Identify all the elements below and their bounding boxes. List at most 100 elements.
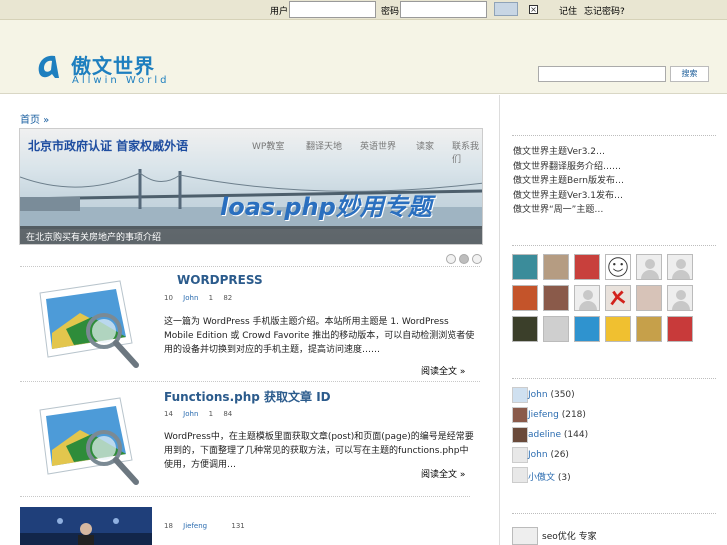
logo-mark-icon: [38, 55, 59, 78]
divider: [512, 245, 716, 246]
avatar[interactable]: [574, 316, 600, 342]
slider-caption[interactable]: 在北京购买有关房地产的事项介绍: [20, 226, 482, 244]
divider: [20, 266, 480, 267]
slider-nav-item[interactable]: WP教室: [252, 139, 284, 152]
avatar[interactable]: [543, 285, 569, 311]
post-comments[interactable]: 1: [209, 294, 213, 302]
avatar[interactable]: [574, 285, 600, 311]
post-meta: 18 Jiefeng 131: [164, 522, 253, 530]
author-avatar: [512, 387, 528, 403]
slider-dot[interactable]: [446, 254, 456, 264]
recent-post-link[interactable]: 傲文世界翻译服务介绍……: [513, 160, 624, 175]
author-count: (3): [557, 473, 571, 483]
post-meta: 10 John 1 82: [164, 294, 240, 302]
post-excerpt: 这一篇为 WordPress 手机版主题介绍。本站所用主题是 1. WordPr…: [164, 317, 475, 355]
recent-post-link[interactable]: 傲文世界“周一”主题…: [513, 203, 624, 218]
recent-post-link[interactable]: 傲文世界主题Ver3.1发布…: [513, 189, 624, 204]
left-column: 首页 » WP教室 翻译天地 英语世界 读家 联系我们 北京市政府认证 首家权威…: [0, 95, 500, 545]
slider-nav-item[interactable]: 翻译天地: [306, 139, 342, 152]
divider: [512, 135, 716, 136]
sidebar: 傲文世界主题Ver3.2… 傲文世界翻译服务介绍…… 傲文世界主题Bern版发布…: [501, 95, 727, 545]
avatar[interactable]: [543, 316, 569, 342]
site-search-button[interactable]: 搜索: [670, 66, 709, 82]
post-author[interactable]: John: [183, 410, 198, 418]
divider: [20, 381, 480, 382]
recent-posts-list: 傲文世界主题Ver3.2… 傲文世界翻译服务介绍…… 傲文世界主题Bern版发布…: [513, 145, 624, 218]
avatar[interactable]: [512, 285, 538, 311]
avatar[interactable]: [574, 254, 600, 280]
avatar[interactable]: [543, 254, 569, 280]
remember-label: 记住: [559, 7, 578, 17]
divider: [20, 496, 470, 497]
avatar[interactable]: [636, 285, 662, 311]
slider-nav-item[interactable]: 联系我们: [452, 139, 482, 165]
author-avatar: [512, 447, 528, 463]
figure-icon: [610, 290, 626, 306]
avatar[interactable]: [512, 316, 538, 342]
author-avatar: [512, 467, 528, 483]
avatar[interactable]: [605, 285, 631, 311]
avatar[interactable]: [667, 285, 693, 311]
post-thumbnail-image[interactable]: [20, 273, 152, 373]
slider-overlay-title: loas.php妙用专题: [220, 193, 432, 221]
post-views: 131: [231, 522, 245, 530]
author-count: (218): [561, 410, 586, 420]
seo-label[interactable]: seo优化 专家: [542, 529, 597, 542]
seo-avatar: [512, 527, 538, 545]
post-comments[interactable]: 1: [209, 410, 213, 418]
read-more-link[interactable]: 阅读全文 »: [421, 467, 465, 480]
avatar[interactable]: [512, 254, 538, 280]
author-name[interactable]: 小傲文: [528, 473, 555, 483]
avatar[interactable]: [636, 254, 662, 280]
post-thumbnail-image[interactable]: [20, 390, 152, 490]
post-day: 10: [164, 294, 173, 302]
logo-english: Allwin World: [72, 75, 170, 86]
post-excerpt: WordPress中，在主题模板里面获取文章(post)和页面(page)的编号…: [164, 432, 474, 470]
post-author[interactable]: Jiefeng: [183, 522, 207, 530]
slider-headline: 北京市政府认证 首家权威外语: [28, 139, 189, 153]
recent-post-link[interactable]: 傲文世界主题Bern版发布…: [513, 174, 624, 189]
password-label: 密码: [381, 7, 400, 17]
main-content: 首页 » WP教室 翻译天地 英语世界 读家 联系我们 北京市政府认证 首家权威…: [0, 95, 727, 545]
author-avatar: [512, 407, 528, 423]
post-author[interactable]: John: [183, 294, 198, 302]
avatar[interactable]: [667, 254, 693, 280]
avatar[interactable]: [605, 254, 631, 280]
smiley-icon: [608, 257, 628, 277]
author-name[interactable]: John: [528, 390, 548, 400]
slider-dot-active[interactable]: [459, 254, 469, 264]
slider-nav-item[interactable]: 读家: [416, 139, 434, 152]
slider-dot[interactable]: [472, 254, 482, 264]
featured-slider[interactable]: WP教室 翻译天地 英语世界 读家 联系我们 北京市政府认证 首家权威外语 lo…: [19, 128, 483, 245]
avatar[interactable]: [667, 316, 693, 342]
forgot-password-link[interactable]: 忘记密码?: [584, 4, 625, 17]
post-views: 84: [223, 410, 233, 418]
author-name[interactable]: John: [528, 450, 548, 460]
post-thumbnail-image[interactable]: [20, 507, 152, 545]
author-count: (350): [550, 390, 575, 400]
post-views: 82: [223, 294, 233, 302]
post-day: 14: [164, 410, 173, 418]
avatar[interactable]: [636, 316, 662, 342]
author-name[interactable]: adeline: [528, 430, 561, 440]
avatar[interactable]: [605, 316, 631, 342]
post-meta: 14 John 1 84: [164, 410, 240, 418]
divider: [512, 378, 716, 379]
login-button[interactable]: [494, 2, 518, 16]
username-input[interactable]: [289, 1, 376, 18]
breadcrumb[interactable]: 首页 »: [20, 111, 49, 126]
author-name[interactable]: Jiefeng: [528, 410, 559, 420]
slider-nav-item[interactable]: 英语世界: [360, 139, 396, 152]
divider: [512, 513, 716, 514]
login-bar: 用户 密码 × 记住 忘记密码?: [0, 0, 727, 20]
remember-checkbox[interactable]: ×: [529, 5, 538, 14]
password-input[interactable]: [400, 1, 487, 18]
post-day: 18: [164, 522, 173, 530]
author-count: (26): [550, 450, 569, 460]
recent-post-link[interactable]: 傲文世界主题Ver3.2…: [513, 145, 624, 160]
post-title[interactable]: Functions.php 获取文章 ID: [164, 388, 331, 405]
post-title[interactable]: WORDPRESS: [177, 273, 263, 287]
read-more-link[interactable]: 阅读全文 »: [421, 364, 465, 377]
site-search-input[interactable]: [538, 66, 666, 82]
username-label: 用户: [270, 7, 289, 17]
